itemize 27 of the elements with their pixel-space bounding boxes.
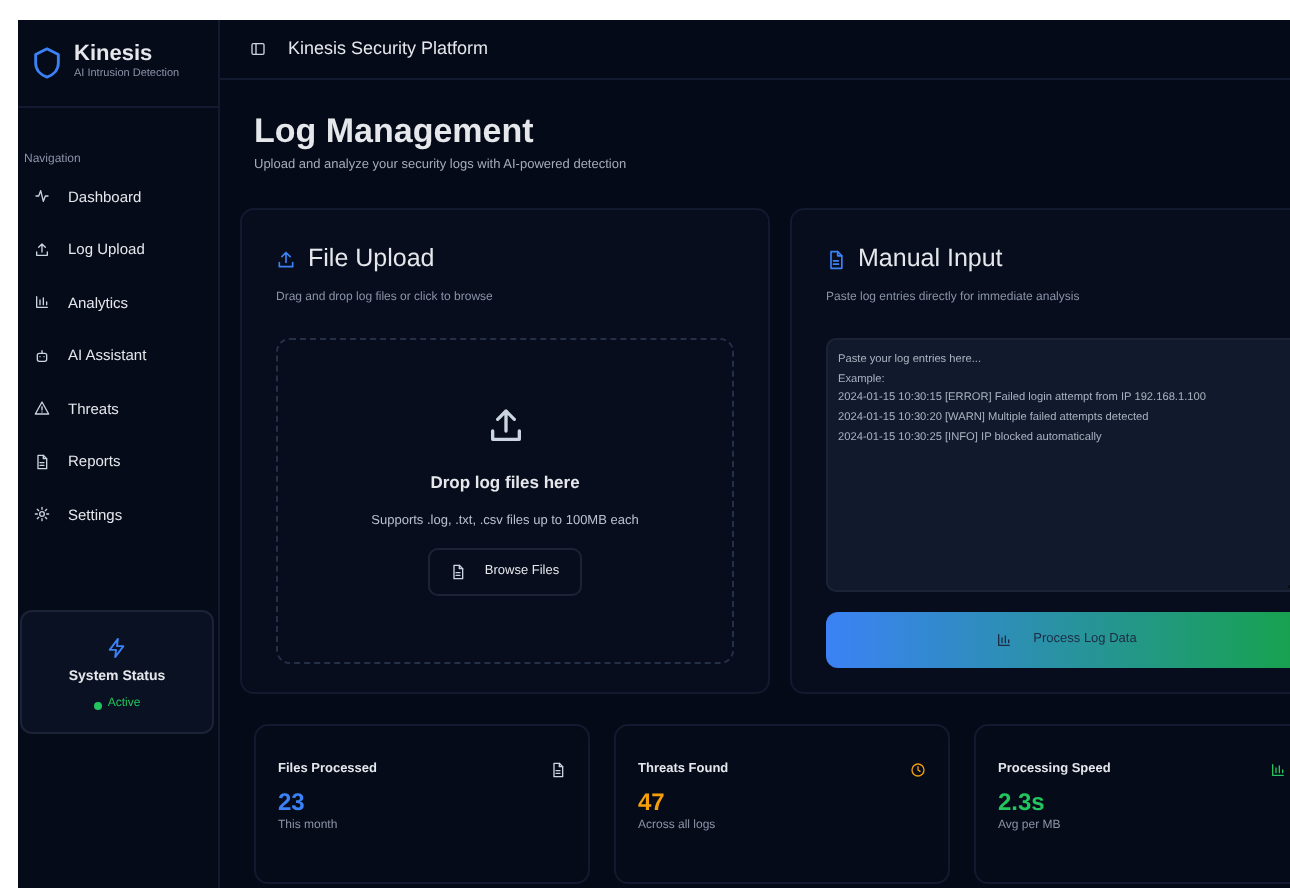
document-icon bbox=[550, 762, 566, 779]
document-icon bbox=[826, 249, 846, 270]
upload-icon bbox=[34, 241, 50, 258]
drop-title: Drop log files here bbox=[430, 469, 580, 496]
bar-chart-icon bbox=[995, 631, 1012, 648]
warning-icon bbox=[34, 400, 50, 417]
shield-icon bbox=[30, 44, 64, 82]
clock-icon bbox=[910, 762, 926, 779]
card-title: File Upload bbox=[308, 242, 435, 277]
app-title: Kinesis Security Platform bbox=[288, 35, 489, 62]
settings-icon bbox=[34, 506, 50, 523]
upload-icon bbox=[485, 405, 525, 446]
pulse-icon bbox=[34, 188, 50, 205]
lightning-icon bbox=[106, 635, 128, 659]
brand-name: Kinesis bbox=[74, 42, 155, 67]
document-icon bbox=[450, 564, 467, 581]
bar-chart-icon bbox=[34, 294, 50, 311]
sidebar-toggle-icon bbox=[250, 40, 266, 58]
robot-icon bbox=[34, 347, 50, 364]
bar-chart-icon bbox=[1270, 762, 1286, 779]
document-icon bbox=[34, 453, 50, 470]
page-title: Log Management bbox=[254, 112, 536, 153]
stat-value: 2.3s bbox=[998, 789, 1047, 817]
stat-value: 23 bbox=[278, 789, 307, 817]
upload-icon bbox=[276, 249, 296, 270]
stat-value: 47 bbox=[638, 789, 667, 817]
card-title: Manual Input bbox=[858, 242, 1003, 277]
